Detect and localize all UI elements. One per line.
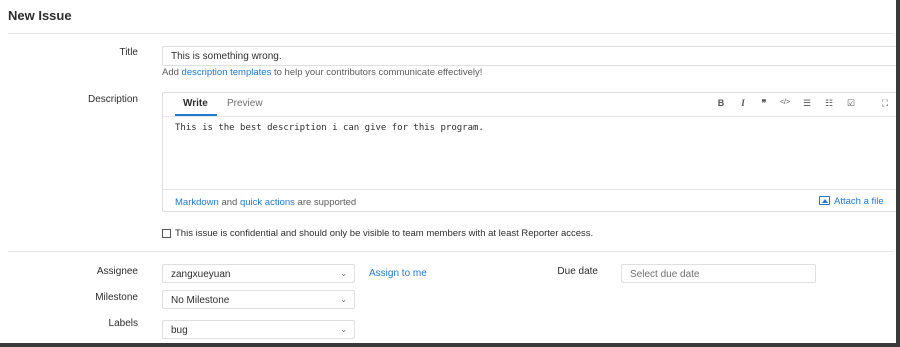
quick-actions-link[interactable]: quick actions bbox=[240, 197, 295, 208]
title-input-value: This is something wrong. bbox=[171, 51, 282, 62]
assignee-select[interactable]: zangxueyuan ⌄ bbox=[162, 264, 355, 283]
title-input[interactable]: This is something wrong. bbox=[162, 46, 900, 66]
code-icon[interactable]: </> bbox=[779, 99, 791, 106]
tab-preview[interactable]: Preview bbox=[227, 98, 263, 109]
milestone-value: No Milestone bbox=[171, 295, 230, 306]
tab-write[interactable]: Write bbox=[183, 98, 208, 109]
assignee-value: zangxueyuan bbox=[171, 269, 231, 280]
page-title: New Issue bbox=[8, 8, 72, 23]
labels-value: bug bbox=[171, 325, 188, 336]
fullscreen-icon[interactable]: ⛶ bbox=[879, 98, 891, 109]
markdown-help: Markdown and quick actions are supported bbox=[175, 197, 356, 208]
description-editor: Write Preview B I ❞ </> ☰ ☷ ☑ ⛶ This is … bbox=[162, 92, 900, 212]
bold-icon[interactable]: B bbox=[715, 98, 727, 108]
confidential-label: This issue is confidential and should on… bbox=[175, 228, 594, 239]
confidential-checkbox[interactable] bbox=[162, 229, 171, 238]
chevron-down-icon: ⌄ bbox=[340, 325, 347, 334]
numbered-list-icon[interactable]: ☷ bbox=[823, 98, 835, 109]
editor-footer-divider bbox=[163, 189, 900, 190]
chevron-down-icon: ⌄ bbox=[340, 295, 347, 304]
description-label: Description bbox=[87, 94, 138, 105]
assign-to-me-link[interactable]: Assign to me bbox=[369, 268, 427, 279]
header-divider bbox=[8, 33, 894, 34]
tab-write-active-indicator bbox=[175, 114, 217, 116]
markdown-help-and: and bbox=[218, 197, 240, 208]
milestone-label: Milestone bbox=[95, 292, 138, 303]
title-label: Title bbox=[119, 47, 138, 58]
due-date-label: Due date bbox=[557, 266, 598, 277]
due-date-placeholder: Select due date bbox=[630, 269, 700, 280]
attach-file-label: Attach a file bbox=[834, 196, 884, 207]
templates-help: Add description templates to help your c… bbox=[162, 67, 482, 78]
chevron-down-icon: ⌄ bbox=[340, 269, 347, 278]
window-frame-bottom bbox=[0, 343, 900, 347]
milestone-select[interactable]: No Milestone ⌄ bbox=[162, 290, 355, 309]
due-date-input[interactable]: Select due date bbox=[621, 264, 816, 283]
markdown-link[interactable]: Markdown bbox=[175, 197, 219, 208]
quote-icon[interactable]: ❞ bbox=[758, 98, 770, 109]
section-divider bbox=[8, 251, 894, 252]
italic-icon[interactable]: I bbox=[737, 98, 749, 108]
bullet-list-icon[interactable]: ☰ bbox=[801, 98, 813, 109]
description-templates-link[interactable]: description templates bbox=[182, 67, 272, 78]
assignee-label: Assignee bbox=[96, 266, 138, 277]
labels-label: Labels bbox=[108, 318, 138, 329]
markdown-help-suffix: are supported bbox=[294, 197, 357, 208]
description-textarea[interactable]: This is the best description i can give … bbox=[175, 123, 484, 133]
attach-file-button[interactable]: Attach a file bbox=[819, 196, 884, 207]
templates-help-prefix: Add bbox=[162, 67, 182, 78]
image-icon bbox=[819, 196, 830, 205]
window-frame-right bbox=[896, 0, 900, 347]
labels-select[interactable]: bug ⌄ bbox=[162, 320, 355, 339]
editor-tabs: Write Preview B I ❞ </> ☰ ☷ ☑ ⛶ bbox=[163, 93, 900, 117]
task-list-icon[interactable]: ☑ bbox=[845, 98, 857, 109]
templates-help-suffix: to help your contributors communicate ef… bbox=[271, 67, 483, 78]
